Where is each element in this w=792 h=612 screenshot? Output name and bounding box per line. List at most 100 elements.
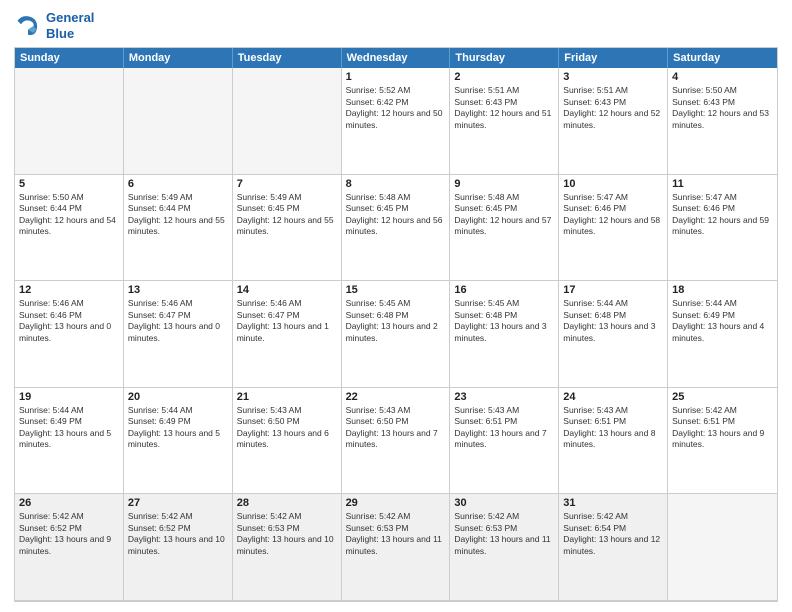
cell-info: Sunrise: 5:42 AM Sunset: 6:52 PM Dayligh… bbox=[19, 511, 119, 557]
cell-info: Sunrise: 5:42 AM Sunset: 6:53 PM Dayligh… bbox=[346, 511, 446, 557]
calendar-cell: 16 Sunrise: 5:45 AM Sunset: 6:48 PM Dayl… bbox=[450, 281, 559, 388]
cell-info: Sunrise: 5:49 AM Sunset: 6:44 PM Dayligh… bbox=[128, 192, 228, 238]
cell-info: Sunrise: 5:50 AM Sunset: 6:44 PM Dayligh… bbox=[19, 192, 119, 238]
cell-info: Sunrise: 5:44 AM Sunset: 6:49 PM Dayligh… bbox=[128, 405, 228, 451]
cell-info: Sunrise: 5:49 AM Sunset: 6:45 PM Dayligh… bbox=[237, 192, 337, 238]
calendar-cell bbox=[233, 68, 342, 175]
calendar-cell: 29 Sunrise: 5:42 AM Sunset: 6:53 PM Dayl… bbox=[342, 494, 451, 601]
day-number: 29 bbox=[346, 497, 446, 509]
logo: General Blue bbox=[14, 10, 94, 41]
calendar-cell: 12 Sunrise: 5:46 AM Sunset: 6:46 PM Dayl… bbox=[15, 281, 124, 388]
day-number: 10 bbox=[563, 178, 663, 190]
day-number: 13 bbox=[128, 284, 228, 296]
calendar-cell: 31 Sunrise: 5:42 AM Sunset: 6:54 PM Dayl… bbox=[559, 494, 668, 601]
header-day-sunday: Sunday bbox=[15, 48, 124, 68]
calendar-cell: 1 Sunrise: 5:52 AM Sunset: 6:42 PM Dayli… bbox=[342, 68, 451, 175]
day-number: 31 bbox=[563, 497, 663, 509]
day-number: 18 bbox=[672, 284, 773, 296]
calendar-cell bbox=[668, 494, 777, 601]
cell-info: Sunrise: 5:44 AM Sunset: 6:48 PM Dayligh… bbox=[563, 298, 663, 344]
calendar-cell: 9 Sunrise: 5:48 AM Sunset: 6:45 PM Dayli… bbox=[450, 175, 559, 282]
day-number: 6 bbox=[128, 178, 228, 190]
cell-info: Sunrise: 5:44 AM Sunset: 6:49 PM Dayligh… bbox=[672, 298, 773, 344]
calendar-cell bbox=[15, 68, 124, 175]
cell-info: Sunrise: 5:42 AM Sunset: 6:53 PM Dayligh… bbox=[237, 511, 337, 557]
day-number: 19 bbox=[19, 391, 119, 403]
cell-info: Sunrise: 5:45 AM Sunset: 6:48 PM Dayligh… bbox=[346, 298, 446, 344]
calendar-cell: 23 Sunrise: 5:43 AM Sunset: 6:51 PM Dayl… bbox=[450, 388, 559, 495]
calendar-cell: 26 Sunrise: 5:42 AM Sunset: 6:52 PM Dayl… bbox=[15, 494, 124, 601]
calendar-cell: 28 Sunrise: 5:42 AM Sunset: 6:53 PM Dayl… bbox=[233, 494, 342, 601]
cell-info: Sunrise: 5:46 AM Sunset: 6:47 PM Dayligh… bbox=[237, 298, 337, 344]
calendar-cell: 15 Sunrise: 5:45 AM Sunset: 6:48 PM Dayl… bbox=[342, 281, 451, 388]
logo-icon bbox=[14, 12, 42, 40]
cell-info: Sunrise: 5:43 AM Sunset: 6:50 PM Dayligh… bbox=[237, 405, 337, 451]
cell-info: Sunrise: 5:45 AM Sunset: 6:48 PM Dayligh… bbox=[454, 298, 554, 344]
calendar-cell: 8 Sunrise: 5:48 AM Sunset: 6:45 PM Dayli… bbox=[342, 175, 451, 282]
cell-info: Sunrise: 5:42 AM Sunset: 6:52 PM Dayligh… bbox=[128, 511, 228, 557]
day-number: 27 bbox=[128, 497, 228, 509]
cell-info: Sunrise: 5:51 AM Sunset: 6:43 PM Dayligh… bbox=[454, 85, 554, 131]
header-day-wednesday: Wednesday bbox=[342, 48, 451, 68]
calendar-cell: 25 Sunrise: 5:42 AM Sunset: 6:51 PM Dayl… bbox=[668, 388, 777, 495]
logo-text: General Blue bbox=[46, 10, 94, 41]
day-number: 23 bbox=[454, 391, 554, 403]
day-number: 22 bbox=[346, 391, 446, 403]
day-number: 1 bbox=[346, 71, 446, 83]
cell-info: Sunrise: 5:47 AM Sunset: 6:46 PM Dayligh… bbox=[563, 192, 663, 238]
calendar-cell: 30 Sunrise: 5:42 AM Sunset: 6:53 PM Dayl… bbox=[450, 494, 559, 601]
cell-info: Sunrise: 5:50 AM Sunset: 6:43 PM Dayligh… bbox=[672, 85, 773, 131]
calendar-cell: 21 Sunrise: 5:43 AM Sunset: 6:50 PM Dayl… bbox=[233, 388, 342, 495]
day-number: 28 bbox=[237, 497, 337, 509]
header-day-saturday: Saturday bbox=[668, 48, 777, 68]
calendar-cell: 5 Sunrise: 5:50 AM Sunset: 6:44 PM Dayli… bbox=[15, 175, 124, 282]
cell-info: Sunrise: 5:46 AM Sunset: 6:47 PM Dayligh… bbox=[128, 298, 228, 344]
calendar-cell: 6 Sunrise: 5:49 AM Sunset: 6:44 PM Dayli… bbox=[124, 175, 233, 282]
cell-info: Sunrise: 5:48 AM Sunset: 6:45 PM Dayligh… bbox=[454, 192, 554, 238]
day-number: 12 bbox=[19, 284, 119, 296]
day-number: 2 bbox=[454, 71, 554, 83]
day-number: 3 bbox=[563, 71, 663, 83]
cell-info: Sunrise: 5:42 AM Sunset: 6:51 PM Dayligh… bbox=[672, 405, 773, 451]
calendar-cell: 22 Sunrise: 5:43 AM Sunset: 6:50 PM Dayl… bbox=[342, 388, 451, 495]
day-number: 9 bbox=[454, 178, 554, 190]
day-number: 15 bbox=[346, 284, 446, 296]
cell-info: Sunrise: 5:42 AM Sunset: 6:54 PM Dayligh… bbox=[563, 511, 663, 557]
cell-info: Sunrise: 5:43 AM Sunset: 6:51 PM Dayligh… bbox=[454, 405, 554, 451]
day-number: 8 bbox=[346, 178, 446, 190]
calendar-cell: 10 Sunrise: 5:47 AM Sunset: 6:46 PM Dayl… bbox=[559, 175, 668, 282]
calendar-cell: 2 Sunrise: 5:51 AM Sunset: 6:43 PM Dayli… bbox=[450, 68, 559, 175]
day-number: 11 bbox=[672, 178, 773, 190]
cell-info: Sunrise: 5:52 AM Sunset: 6:42 PM Dayligh… bbox=[346, 85, 446, 131]
calendar-cell: 7 Sunrise: 5:49 AM Sunset: 6:45 PM Dayli… bbox=[233, 175, 342, 282]
header-day-tuesday: Tuesday bbox=[233, 48, 342, 68]
cell-info: Sunrise: 5:46 AM Sunset: 6:46 PM Dayligh… bbox=[19, 298, 119, 344]
day-number: 7 bbox=[237, 178, 337, 190]
day-number: 14 bbox=[237, 284, 337, 296]
calendar-cell: 19 Sunrise: 5:44 AM Sunset: 6:49 PM Dayl… bbox=[15, 388, 124, 495]
calendar-header: SundayMondayTuesdayWednesdayThursdayFrid… bbox=[15, 48, 777, 68]
calendar-cell: 18 Sunrise: 5:44 AM Sunset: 6:49 PM Dayl… bbox=[668, 281, 777, 388]
cell-info: Sunrise: 5:43 AM Sunset: 6:51 PM Dayligh… bbox=[563, 405, 663, 451]
day-number: 4 bbox=[672, 71, 773, 83]
day-number: 16 bbox=[454, 284, 554, 296]
calendar-cell: 11 Sunrise: 5:47 AM Sunset: 6:46 PM Dayl… bbox=[668, 175, 777, 282]
day-number: 20 bbox=[128, 391, 228, 403]
calendar-cell: 17 Sunrise: 5:44 AM Sunset: 6:48 PM Dayl… bbox=[559, 281, 668, 388]
cell-info: Sunrise: 5:51 AM Sunset: 6:43 PM Dayligh… bbox=[563, 85, 663, 131]
calendar-cell: 24 Sunrise: 5:43 AM Sunset: 6:51 PM Dayl… bbox=[559, 388, 668, 495]
day-number: 24 bbox=[563, 391, 663, 403]
calendar-cell: 4 Sunrise: 5:50 AM Sunset: 6:43 PM Dayli… bbox=[668, 68, 777, 175]
header-day-thursday: Thursday bbox=[450, 48, 559, 68]
day-number: 5 bbox=[19, 178, 119, 190]
calendar-cell: 14 Sunrise: 5:46 AM Sunset: 6:47 PM Dayl… bbox=[233, 281, 342, 388]
day-number: 17 bbox=[563, 284, 663, 296]
cell-info: Sunrise: 5:42 AM Sunset: 6:53 PM Dayligh… bbox=[454, 511, 554, 557]
calendar-cell: 20 Sunrise: 5:44 AM Sunset: 6:49 PM Dayl… bbox=[124, 388, 233, 495]
header: General Blue bbox=[14, 10, 778, 41]
cell-info: Sunrise: 5:43 AM Sunset: 6:50 PM Dayligh… bbox=[346, 405, 446, 451]
cell-info: Sunrise: 5:48 AM Sunset: 6:45 PM Dayligh… bbox=[346, 192, 446, 238]
calendar: SundayMondayTuesdayWednesdayThursdayFrid… bbox=[14, 47, 778, 602]
calendar-cell: 13 Sunrise: 5:46 AM Sunset: 6:47 PM Dayl… bbox=[124, 281, 233, 388]
calendar-cell: 3 Sunrise: 5:51 AM Sunset: 6:43 PM Dayli… bbox=[559, 68, 668, 175]
